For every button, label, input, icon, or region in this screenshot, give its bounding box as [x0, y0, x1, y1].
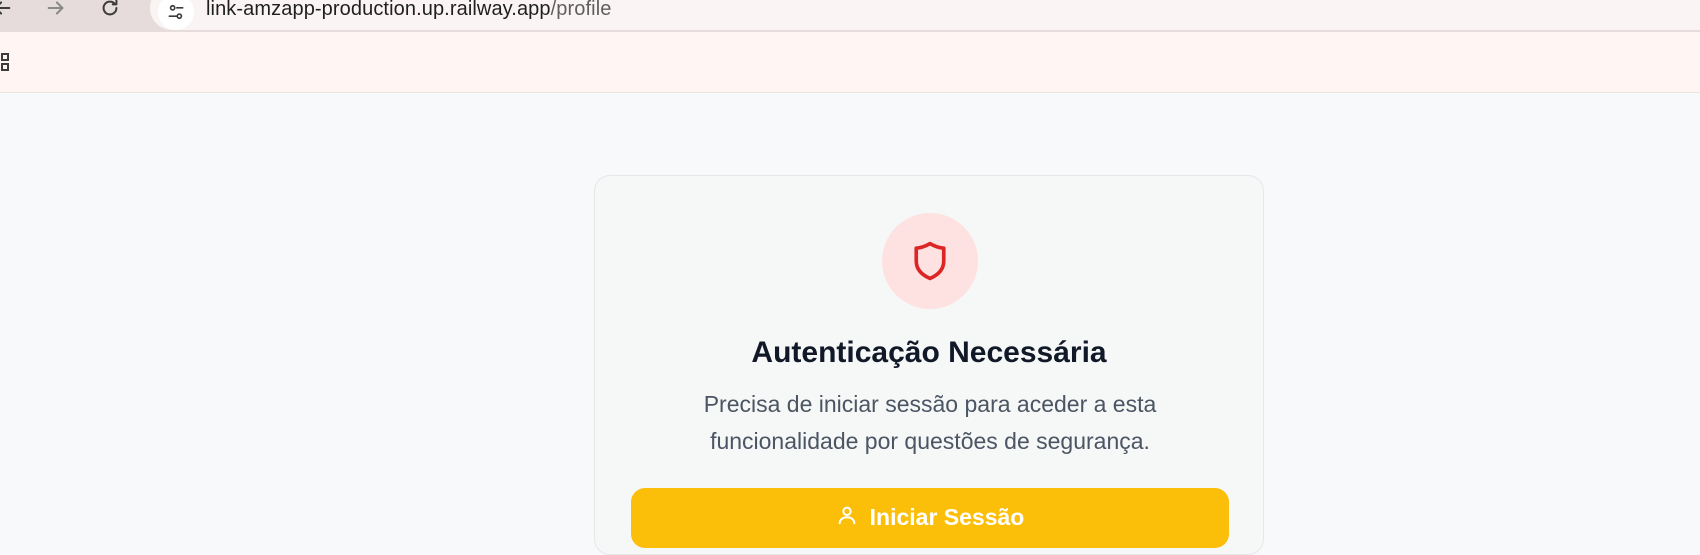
forward-button[interactable] [42, 0, 70, 22]
apps-button[interactable] [0, 50, 16, 74]
reload-button[interactable] [96, 0, 124, 22]
back-arrow-icon [0, 1, 11, 15]
shield-badge [882, 213, 978, 309]
shield-icon [914, 241, 946, 281]
tune-icon [168, 4, 184, 20]
page-content: Autenticação Necessária Precisa de inici… [0, 93, 1700, 555]
auth-card: Autenticação Necessária Precisa de inici… [594, 175, 1264, 555]
user-icon [836, 504, 858, 526]
login-button-label: Iniciar Sessão [869, 504, 1025, 530]
site-info-button[interactable] [158, 0, 194, 30]
reload-icon [102, 0, 118, 16]
back-button[interactable] [0, 0, 16, 22]
browser-toolbar: link-amzapp-production.up.railway.app/pr… [0, 0, 1700, 32]
login-button[interactable]: Iniciar Sessão [631, 488, 1229, 548]
url-host: link-amzapp-production.up.railway.app [206, 0, 551, 20]
url-text[interactable]: link-amzapp-production.up.railway.app/pr… [206, 0, 611, 21]
auth-title: Autenticação Necessária [751, 336, 1107, 369]
address-bar[interactable]: link-amzapp-production.up.railway.app/pr… [150, 0, 1700, 30]
forward-arrow-icon [47, 1, 64, 15]
bookmarks-bar [0, 32, 1700, 93]
url-path: /profile [550, 0, 612, 20]
apps-grid-icon [1, 53, 9, 71]
auth-description: Precisa de iniciar sessão para aceder a … [703, 391, 1157, 454]
